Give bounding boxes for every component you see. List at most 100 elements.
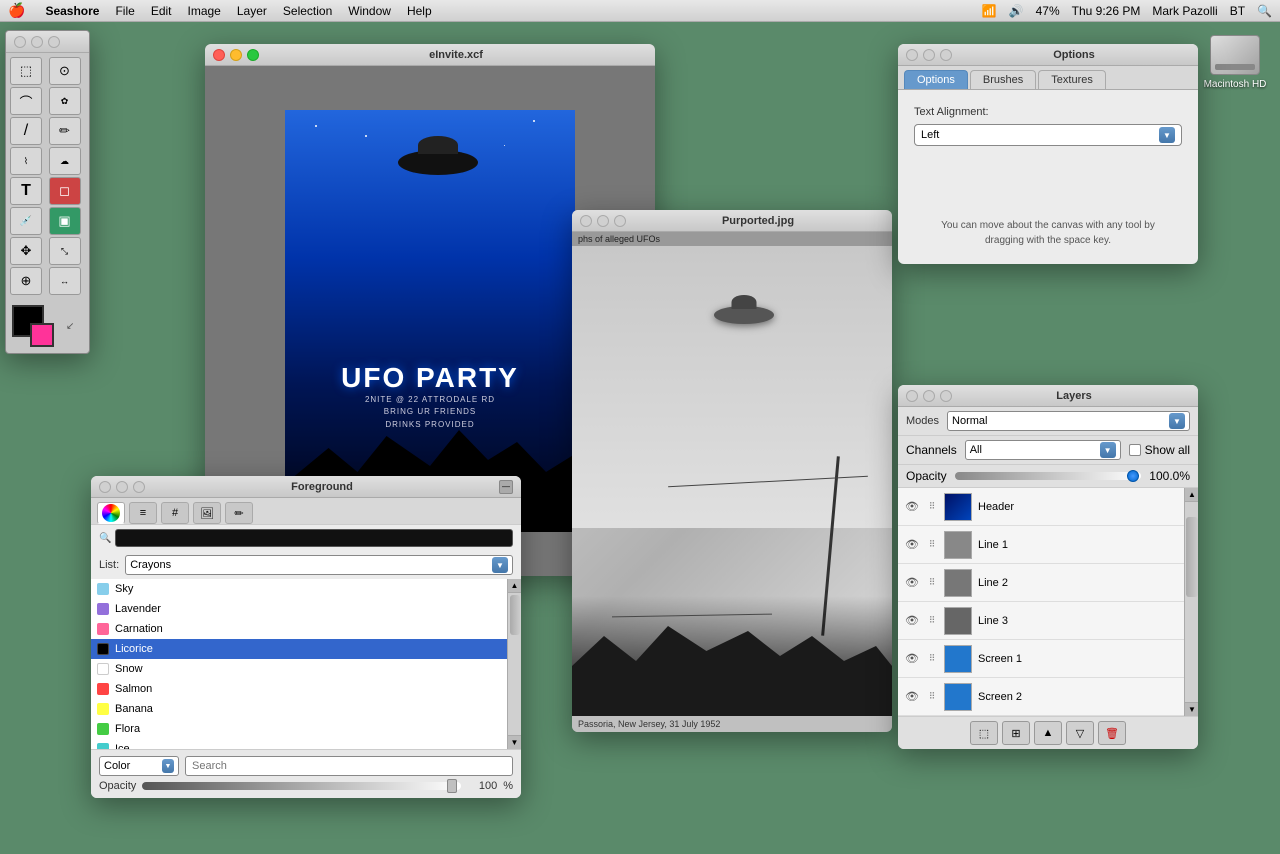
ellipse-select-tool[interactable]: ⊙ [49,57,81,85]
options-traffic-lights[interactable] [906,49,952,61]
bluetooth-icon[interactable]: BT [1230,4,1245,18]
tab-color-sliders[interactable]: ≡ [129,502,157,524]
fill-tool[interactable]: ▣ [49,207,81,235]
show-all-checkbox[interactable] [1129,444,1141,456]
menu-file[interactable]: File [115,4,134,18]
foreground-collapse-button[interactable]: — [499,480,513,494]
duplicate-layer-button[interactable]: ⊞ [1002,721,1030,745]
rect-select-tool[interactable]: ⬚ [10,57,42,85]
color-item-banana[interactable]: Banana [91,699,507,719]
color-search-bottom[interactable] [185,756,513,776]
maximize-button[interactable] [247,49,259,61]
minimize-button[interactable] [923,390,935,402]
layer-eye-header[interactable]: 👁 [904,499,920,515]
smudge-tool[interactable]: ⌇ [10,147,42,175]
app-name[interactable]: Seashore [45,4,99,18]
color-search-input[interactable] [115,529,513,547]
close-button[interactable] [906,49,918,61]
transform-tool[interactable]: ⤡ [49,237,81,265]
menu-help[interactable]: Help [407,4,432,18]
layer-item-line3[interactable]: 👁 ⠿ Line 3 [898,602,1184,640]
menu-edit[interactable]: Edit [151,4,172,18]
color-type-arrow[interactable]: ▼ [162,759,174,773]
move-layer-down-button[interactable]: ▽ [1066,721,1094,745]
channels-dropdown-arrow[interactable]: ▼ [1100,442,1116,458]
maximize-button[interactable] [940,390,952,402]
list-dropdown-arrow[interactable]: ▼ [492,557,508,573]
color-item-licorice[interactable]: Licorice [91,639,507,659]
eyedropper-tool[interactable]: 💉 [10,207,42,235]
tab-options[interactable]: Options [904,70,968,89]
eraser-tool[interactable]: ◻ [49,177,81,205]
close-button[interactable] [580,215,592,227]
layer-item-line1[interactable]: 👁 ⠿ Line 1 [898,526,1184,564]
menu-window[interactable]: Window [348,4,391,18]
color-item-snow[interactable]: Snow [91,659,507,679]
layers-traffic-lights[interactable] [906,390,952,402]
spotlight-icon[interactable]: 🔍 [1257,4,1272,18]
maximize-button[interactable] [133,481,145,493]
purported-traffic-lights[interactable] [580,215,626,227]
color-item-salmon[interactable]: Salmon [91,679,507,699]
scroll-down[interactable]: ▼ [508,735,521,749]
text-alignment-select[interactable]: Left ▼ [914,124,1182,146]
minimize-button[interactable] [31,36,43,48]
layer-eye-line1[interactable]: 👁 [904,537,920,553]
pencil-tool[interactable]: / [10,117,42,145]
list-select[interactable]: Crayons ▼ [125,555,513,575]
tab-textures[interactable]: Textures [1038,70,1106,89]
purported-image[interactable] [572,246,892,716]
maximize-button[interactable] [940,49,952,61]
close-button[interactable] [14,36,26,48]
zoom-tool[interactable]: ⊕ [10,267,42,295]
layer-item-line2[interactable]: 👁 ⠿ Line 2 [898,564,1184,602]
minimize-button[interactable] [116,481,128,493]
layer-item-screen2[interactable]: 👁 ⠿ Screen 2 [898,678,1184,716]
text-tool[interactable]: T [10,177,42,205]
color-item-carnation[interactable]: Carnation [91,619,507,639]
layers-scrollbar[interactable]: ▲ ▼ [1184,488,1198,716]
color-item-sky[interactable]: Sky [91,579,507,599]
measure-tool[interactable]: ↔ [49,267,81,295]
layer-item-screen1[interactable]: 👁 ⠿ Screen 1 [898,640,1184,678]
free-select-tool[interactable]: ✿ [49,87,81,115]
layer-eye-screen2[interactable]: 👁 [904,689,920,705]
volume-icon[interactable]: 🔊 [1009,4,1024,18]
minimize-button[interactable] [230,49,242,61]
move-tool[interactable]: ✥ [10,237,42,265]
tab-color-crayons[interactable]: ✏ [225,502,253,524]
swap-colors-icon[interactable]: ↙ [66,321,74,332]
menu-layer[interactable]: Layer [237,4,267,18]
new-layer-button[interactable]: ⬚ [970,721,998,745]
close-button[interactable] [906,390,918,402]
close-button[interactable] [213,49,225,61]
minimize-button[interactable] [597,215,609,227]
delete-layer-button[interactable]: 🗑 [1098,721,1126,745]
maximize-button[interactable] [614,215,626,227]
lasso-tool[interactable]: ⌒ [10,87,42,115]
scroll-up[interactable]: ▲ [508,579,521,593]
color-type-select[interactable]: Color ▼ [99,756,179,776]
opacity-thumb[interactable] [1127,470,1139,482]
layers-scrollbar-thumb[interactable] [1186,517,1198,597]
color-item-ice[interactable]: Ice [91,739,507,749]
move-layer-up-button[interactable]: ▲ [1034,721,1062,745]
traffic-lights[interactable] [14,36,60,48]
brush-tool[interactable]: ✏ [49,117,81,145]
opacity-slider[interactable] [142,782,461,790]
color-item-lavender[interactable]: Lavender [91,599,507,619]
opacity-handle[interactable] [447,779,457,793]
opacity-slider[interactable] [955,472,1142,480]
background-swatch[interactable] [30,323,54,347]
color-list-scrollbar[interactable]: ▲ ▼ [507,579,521,749]
soften-tool[interactable]: ☁ [49,147,81,175]
minimize-button[interactable] [923,49,935,61]
menu-selection[interactable]: Selection [283,4,332,18]
mode-dropdown-arrow[interactable]: ▼ [1169,413,1185,429]
tab-color-custom[interactable]: # [161,502,189,524]
alignment-dropdown-arrow[interactable]: ▼ [1159,127,1175,143]
hard-drive-icon[interactable]: Macintosh HD [1200,35,1270,90]
tab-color-wheel[interactable] [97,502,125,524]
apple-menu[interactable]: 🍎 [8,2,25,19]
layer-eye-screen1[interactable]: 👁 [904,651,920,667]
